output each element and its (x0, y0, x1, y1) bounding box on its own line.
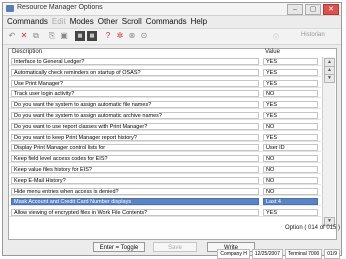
row-description: Display Print Manager control lists for (11, 144, 259, 152)
table-row[interactable]: Interface to General Ledger? YES (9, 58, 321, 66)
row-value-field[interactable]: NO (263, 166, 318, 173)
row-value-field[interactable]: YES (263, 79, 318, 87)
menu-item-modes[interactable]: Modes (70, 16, 94, 27)
row-value-field[interactable]: User ID (263, 144, 318, 152)
app-icon (6, 5, 14, 12)
lock-icon[interactable]: ⊗ (127, 31, 137, 41)
maximize-icon[interactable]: ▢ (305, 4, 321, 15)
row-description: Keep E-Mail History? (11, 176, 259, 184)
table-row[interactable]: Do you want the system to assign automat… (9, 101, 321, 110)
copy-icon[interactable]: ⧉ (31, 31, 41, 41)
grid-alt-icon[interactable]: ▦ (87, 31, 97, 41)
menu-item-help[interactable]: Help (191, 16, 207, 27)
undo-icon[interactable]: ↶ (7, 31, 17, 41)
table-row[interactable]: Use Print Manager? YES (9, 79, 321, 88)
row-value-field[interactable]: NO (263, 155, 318, 163)
row-value-field[interactable]: YES (263, 112, 318, 119)
row-value-field[interactable]: NO (263, 187, 318, 195)
row-description: Do you want to use report classes with P… (11, 122, 259, 130)
settings-icon[interactable]: ✲ (115, 31, 125, 41)
table-header: Description Value (9, 49, 336, 57)
scroll-down-page-icon[interactable]: ▼ (324, 74, 335, 83)
menu-item-other[interactable]: Other (98, 16, 118, 27)
table-row[interactable]: Track user login activity? NO (9, 90, 321, 99)
toggle-button[interactable]: Enter = Toggle (93, 242, 145, 252)
row-description: Allow viewing of encrypted files in Work… (11, 209, 259, 217)
options-table: Description Value Interface to General L… (8, 48, 337, 240)
row-description: Do you want to keep Print Manager report… (11, 133, 259, 141)
close-icon[interactable]: ✕ (19, 31, 29, 41)
table-row[interactable]: Allow viewing of encrypted files in Work… (9, 209, 321, 218)
row-value-field[interactable]: YES (263, 133, 318, 141)
window-title: Resource Manager Options (17, 4, 103, 11)
info-icon[interactable]: ⓘ (273, 32, 279, 41)
row-description: Automatically check reminders on startup… (11, 68, 259, 76)
menu-item-commands-2[interactable]: Commands (146, 16, 187, 27)
status-company: Company H (217, 249, 250, 259)
status-date: 12/25/2007 (251, 249, 283, 259)
help-icon[interactable]: ? (103, 31, 113, 41)
vertical-scrollbar[interactable]: ▲ ▲ ▼ ▼ (322, 57, 335, 227)
grid-icon[interactable]: ▦ (75, 31, 85, 41)
status-user: 01/9 (324, 249, 340, 259)
row-value-field[interactable]: YES (263, 209, 318, 217)
table-row[interactable]: Mask Account and Credit Card Number disp… (9, 198, 321, 207)
row-value-field[interactable]: NO (263, 90, 318, 98)
menu-bar: Commands Edit Modes Other Scroll Commands Help (3, 16, 341, 27)
table-row[interactable]: Do you want to use report classes with P… (9, 122, 321, 131)
description-header: Description (12, 49, 43, 55)
row-value-field[interactable]: YES (263, 58, 318, 65)
table-row[interactable]: Do you want the system to assign automat… (9, 112, 321, 120)
status-terminal: Terminal 7000 (284, 249, 323, 259)
row-description: Do you want the system to assign automat… (11, 101, 259, 109)
row-value-field[interactable]: YES (263, 68, 318, 76)
row-description: Keep value files history for EIS? (11, 166, 259, 173)
menu-item-edit[interactable]: Edit (52, 16, 66, 27)
table-row[interactable]: Do you want to keep Print Manager report… (9, 133, 321, 142)
row-value-field[interactable]: NO (263, 122, 318, 130)
row-description: Mask Account and Credit Card Number disp… (11, 198, 259, 206)
menu-item-commands[interactable]: Commands (7, 16, 48, 27)
status-bar: Company H 12/25/2007 Terminal 7000 01/9 (217, 249, 340, 259)
row-description: Hide menu entries when access is denied? (11, 187, 259, 195)
refresh-icon[interactable]: ⊙ (139, 31, 149, 41)
options-window: Resource Manager Options – ▢ ✕ Commands E… (2, 2, 342, 259)
historian-label[interactable]: Historian (301, 32, 325, 38)
window-controls: – ▢ ✕ (287, 4, 339, 15)
row-value-field[interactable]: Last 4 (263, 198, 318, 206)
table-row[interactable]: Automatically check reminders on startup… (9, 68, 321, 77)
row-description: Track user login activity? (11, 90, 259, 98)
table-row[interactable]: Keep E-Mail History? NO (9, 176, 321, 185)
paste-icon[interactable]: ⎘ (47, 31, 57, 41)
table-row[interactable]: Hide menu entries when access is denied?… (9, 187, 321, 196)
row-description: Keep field level access codes for EIS? (11, 155, 259, 163)
table-row[interactable]: Display Print Manager control lists for U… (9, 144, 321, 153)
toolbar: ↶ ✕ ⧉ ⎘ ▣ ▦ ▦ ? ✲ ⊗ ⊙ ⓘ Historian (3, 28, 341, 45)
row-description: Interface to General Ledger? (11, 58, 259, 65)
table-row[interactable]: Keep field level access codes for EIS? NO (9, 155, 321, 164)
save-icon[interactable]: ▣ (59, 31, 69, 41)
row-description: Do you want the system to assign automat… (11, 112, 259, 119)
row-value-field[interactable]: NO (263, 176, 318, 184)
close-window-icon[interactable]: ✕ (323, 4, 339, 15)
table-row[interactable]: Keep value files history for EIS? NO (9, 166, 321, 174)
option-counter: Option ( 014 of 015 ) (285, 225, 341, 231)
menu-item-scroll[interactable]: Scroll (122, 16, 142, 27)
save-button[interactable]: Save (153, 242, 197, 252)
row-value-field[interactable]: YES (263, 101, 318, 109)
row-description: Use Print Manager? (11, 79, 259, 87)
value-header: Value (265, 49, 280, 55)
title-bar: Resource Manager Options – ▢ ✕ (3, 3, 341, 16)
minimize-icon[interactable]: – (287, 4, 303, 15)
